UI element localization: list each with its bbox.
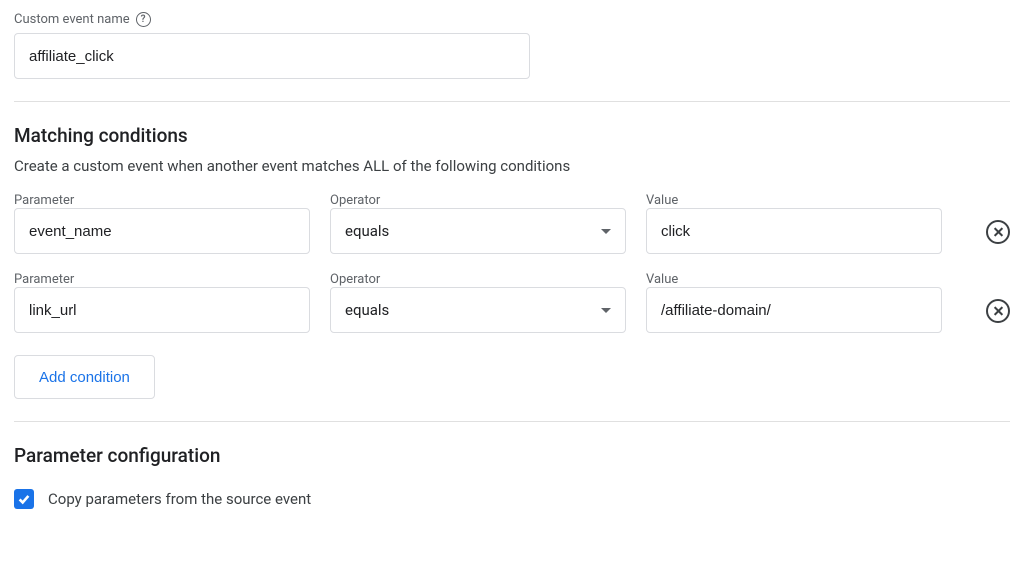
remove-condition-button[interactable]: [986, 299, 1010, 323]
divider: [14, 421, 1010, 422]
parameter-label: Parameter: [14, 272, 310, 287]
chevron-down-icon: [601, 229, 611, 234]
parameter-configuration-title: Parameter configuration: [14, 444, 1010, 467]
parameter-label: Parameter: [14, 193, 310, 208]
value-input[interactable]: [646, 287, 942, 333]
matching-conditions-title: Matching conditions: [14, 124, 1010, 147]
check-icon: [17, 492, 31, 506]
parameter-input[interactable]: [14, 287, 310, 333]
operator-select[interactable]: equals: [330, 287, 626, 333]
value-label: Value: [646, 193, 942, 208]
condition-row: Parameter Operator equals Value: [14, 193, 1010, 254]
operator-label: Operator: [330, 272, 626, 287]
value-label: Value: [646, 272, 942, 287]
copy-parameters-checkbox[interactable]: [14, 489, 34, 509]
remove-condition-button[interactable]: [986, 220, 1010, 244]
operator-select-value: equals: [345, 301, 389, 319]
chevron-down-icon: [601, 308, 611, 313]
custom-event-name-label: Custom event name: [14, 12, 130, 27]
help-icon[interactable]: ?: [136, 12, 151, 27]
condition-row: Parameter Operator equals Value: [14, 272, 1010, 333]
divider: [14, 101, 1010, 102]
parameter-input[interactable]: [14, 208, 310, 254]
value-input[interactable]: [646, 208, 942, 254]
matching-conditions-subtitle: Create a custom event when another event…: [14, 157, 1010, 175]
copy-parameters-label: Copy parameters from the source event: [48, 490, 311, 508]
add-condition-button[interactable]: Add condition: [14, 355, 155, 399]
operator-label: Operator: [330, 193, 626, 208]
operator-select-value: equals: [345, 222, 389, 240]
operator-select[interactable]: equals: [330, 208, 626, 254]
custom-event-name-input[interactable]: [14, 33, 530, 79]
